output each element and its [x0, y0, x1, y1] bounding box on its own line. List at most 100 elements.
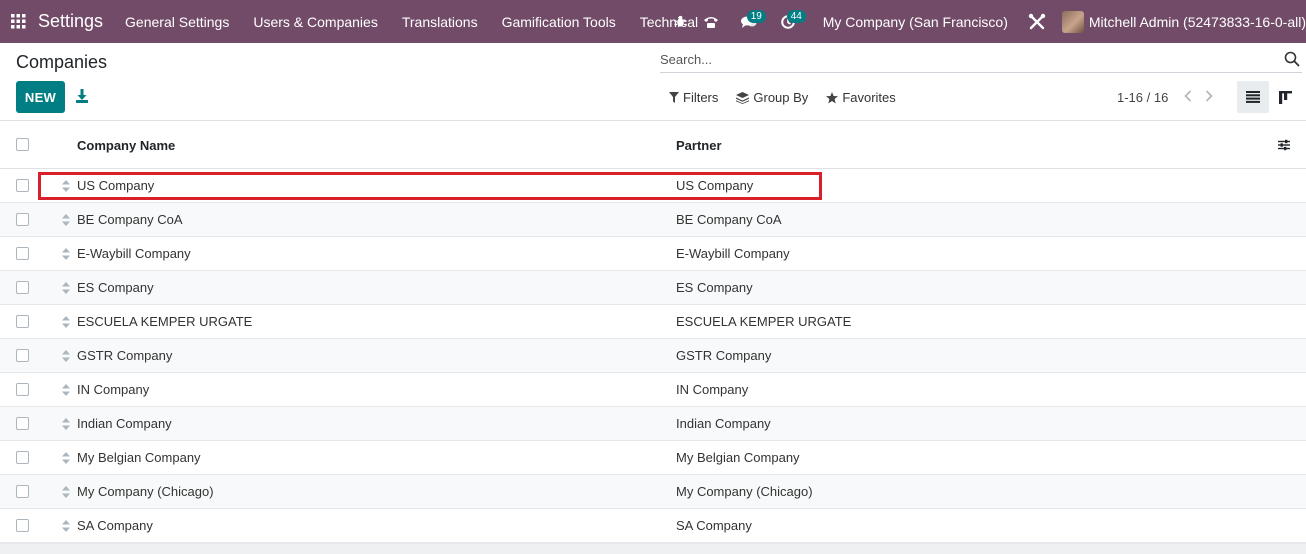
- chevron-left-icon[interactable]: [1181, 88, 1195, 104]
- table-row[interactable]: US Company US Company: [0, 169, 1306, 203]
- search-input[interactable]: [660, 51, 1284, 67]
- row-checkbox[interactable]: [16, 451, 29, 464]
- cell-partner[interactable]: E-Waybill Company: [676, 246, 790, 261]
- filters-label: Filters: [683, 90, 719, 105]
- drag-handle-icon[interactable]: [62, 282, 70, 294]
- table-row[interactable]: ES Company ES Company: [0, 271, 1306, 305]
- menu-translations[interactable]: Translations: [402, 14, 478, 30]
- row-checkbox[interactable]: [16, 179, 29, 192]
- table-row[interactable]: BE Company CoA BE Company CoA: [0, 203, 1306, 237]
- drag-handle-icon[interactable]: [62, 486, 70, 498]
- select-all-checkbox[interactable]: [16, 138, 29, 151]
- table-row[interactable]: My Belgian Company My Belgian Company: [0, 441, 1306, 475]
- menu-users-companies[interactable]: Users & Companies: [253, 14, 378, 30]
- drag-handle-icon[interactable]: [62, 316, 70, 328]
- cell-partner[interactable]: Indian Company: [676, 416, 771, 431]
- drag-handle-icon[interactable]: [62, 384, 70, 396]
- row-checkbox[interactable]: [16, 417, 29, 430]
- breadcrumb: Companies: [16, 52, 108, 72]
- cell-partner[interactable]: My Company (Chicago): [676, 484, 813, 499]
- new-button[interactable]: NEW: [16, 81, 65, 113]
- chat-icon[interactable]: 19: [729, 0, 769, 43]
- list-header: Company Name Partner: [0, 121, 1306, 169]
- messages-badge: 19: [746, 10, 766, 23]
- column-partner[interactable]: Partner: [676, 138, 722, 153]
- list-view-icon[interactable]: [1237, 81, 1269, 113]
- cell-partner[interactable]: ESCUELA KEMPER URGATE: [676, 314, 851, 329]
- drag-handle-icon[interactable]: [62, 452, 70, 464]
- cell-company-name[interactable]: US Company: [77, 178, 154, 193]
- table-row[interactable]: GSTR Company GSTR Company: [0, 339, 1306, 373]
- menu-general-settings[interactable]: General Settings: [125, 14, 229, 30]
- drag-handle-icon[interactable]: [62, 180, 70, 192]
- layers-icon: [736, 91, 750, 104]
- top-navbar: Settings General Settings Users & Compan…: [0, 0, 1306, 43]
- download-icon[interactable]: [74, 88, 90, 104]
- row-checkbox[interactable]: [16, 485, 29, 498]
- table-row[interactable]: My Company (Chicago) My Company (Chicago): [0, 475, 1306, 509]
- bug-icon[interactable]: [669, 0, 693, 43]
- app-name[interactable]: Settings: [38, 11, 103, 32]
- chevron-right-icon[interactable]: [1202, 88, 1216, 104]
- table-row[interactable]: SA Company SA Company: [0, 509, 1306, 543]
- filters-button[interactable]: Filters: [669, 90, 718, 105]
- row-checkbox[interactable]: [16, 213, 29, 226]
- table-row[interactable]: IN Company IN Company: [0, 373, 1306, 407]
- cell-company-name[interactable]: GSTR Company: [77, 348, 172, 363]
- cell-company-name[interactable]: ESCUELA KEMPER URGATE: [77, 314, 252, 329]
- user-menu[interactable]: Mitchell Admin (52473833-16-0-all): [1061, 10, 1306, 33]
- filter-icon: [669, 92, 679, 103]
- row-checkbox[interactable]: [16, 349, 29, 362]
- cell-partner[interactable]: BE Company CoA: [676, 212, 782, 227]
- cell-partner[interactable]: My Belgian Company: [676, 450, 800, 465]
- companies-list: Company Name Partner US Company US Compan…: [0, 120, 1306, 543]
- cell-company-name[interactable]: Indian Company: [77, 416, 172, 431]
- cell-company-name[interactable]: ES Company: [77, 280, 154, 295]
- phone-icon[interactable]: [693, 0, 729, 43]
- group-by-button[interactable]: Group By: [736, 90, 808, 105]
- row-checkbox[interactable]: [16, 315, 29, 328]
- user-name: Mitchell Admin (52473833-16-0-all): [1088, 13, 1306, 30]
- favorites-label: Favorites: [842, 90, 896, 105]
- cell-partner[interactable]: ES Company: [676, 280, 753, 295]
- search-panel: Filters Group By Favorites: [669, 90, 914, 105]
- cell-partner[interactable]: US Company: [676, 178, 753, 193]
- row-checkbox[interactable]: [16, 247, 29, 260]
- search-bar: [660, 46, 1302, 73]
- drag-handle-icon[interactable]: [62, 418, 70, 430]
- row-checkbox[interactable]: [16, 281, 29, 294]
- cell-company-name[interactable]: My Company (Chicago): [77, 484, 214, 499]
- drag-handle-icon[interactable]: [62, 520, 70, 532]
- cell-company-name[interactable]: BE Company CoA: [77, 212, 183, 227]
- table-row[interactable]: Indian Company Indian Company: [0, 407, 1306, 441]
- cell-company-name[interactable]: E-Waybill Company: [77, 246, 191, 261]
- avatar: [1061, 10, 1084, 33]
- cell-partner[interactable]: SA Company: [676, 518, 752, 533]
- list-row-partial: [0, 543, 1306, 554]
- group-by-label: Group By: [753, 90, 809, 105]
- clock-icon[interactable]: 44: [769, 0, 807, 43]
- row-checkbox[interactable]: [16, 519, 29, 532]
- row-checkbox[interactable]: [16, 383, 29, 396]
- company-switcher[interactable]: My Company (San Francisco): [823, 14, 1008, 30]
- column-company-name[interactable]: Company Name: [77, 138, 175, 153]
- tools-icon[interactable]: [1026, 0, 1048, 43]
- cell-partner[interactable]: IN Company: [676, 382, 748, 397]
- drag-handle-icon[interactable]: [62, 350, 70, 362]
- activities-badge: 44: [786, 10, 806, 23]
- kanban-view-icon[interactable]: [1269, 81, 1301, 113]
- menu-gamification-tools[interactable]: Gamification Tools: [502, 14, 616, 30]
- cell-company-name[interactable]: IN Company: [77, 382, 149, 397]
- cell-partner[interactable]: GSTR Company: [676, 348, 771, 363]
- table-row[interactable]: ESCUELA KEMPER URGATE ESCUELA KEMPER URGA…: [0, 305, 1306, 339]
- optional-columns-icon[interactable]: [1278, 139, 1290, 151]
- cell-company-name[interactable]: SA Company: [77, 518, 153, 533]
- pager-value[interactable]: 1-16 / 16: [1117, 90, 1168, 105]
- favorites-button[interactable]: Favorites: [826, 90, 896, 105]
- apps-grid-icon[interactable]: [0, 0, 37, 43]
- table-row[interactable]: E-Waybill Company E-Waybill Company: [0, 237, 1306, 271]
- drag-handle-icon[interactable]: [62, 248, 70, 260]
- drag-handle-icon[interactable]: [62, 214, 70, 226]
- search-icon[interactable]: [1284, 51, 1300, 67]
- cell-company-name[interactable]: My Belgian Company: [77, 450, 201, 465]
